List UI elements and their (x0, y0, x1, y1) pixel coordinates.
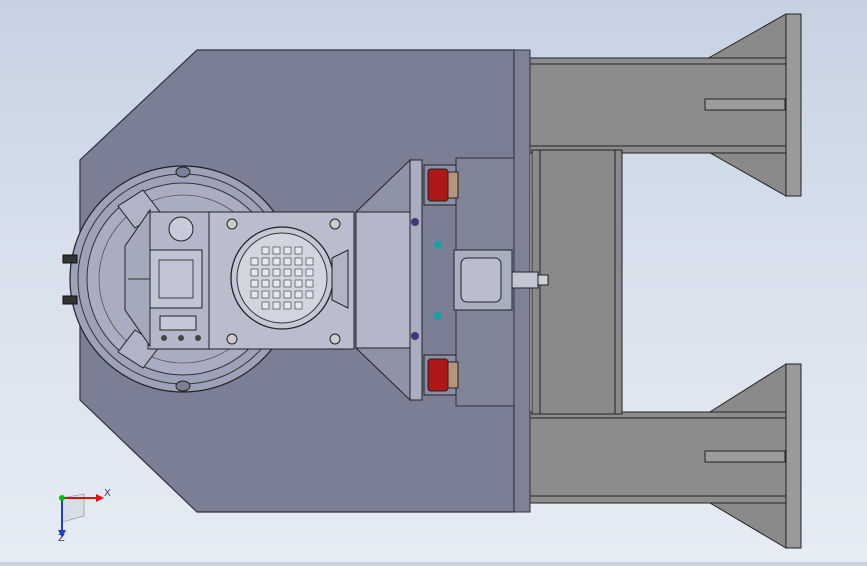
fan-vent-slot (294, 301, 303, 310)
fan-vent-slot (250, 290, 259, 299)
fan-vent-slot (261, 246, 270, 255)
fan-vent-slot (272, 268, 281, 277)
fan-vent-slot (272, 246, 281, 255)
axis-triad: X Z (40, 478, 120, 548)
fan-vent-slot (250, 268, 259, 277)
fan-vent-slot (261, 290, 270, 299)
fan-vent-slot (294, 246, 303, 255)
fan-vent-slot (261, 257, 270, 266)
fan-vent-slot (283, 301, 292, 310)
fan-vent-slot (261, 301, 270, 310)
fan-vent-slot (294, 279, 303, 288)
fan-vent-slot (305, 279, 314, 288)
fan-vent-slot (250, 257, 259, 266)
cad-viewport[interactable]: X Z (0, 0, 867, 562)
fan-vent-slot (294, 290, 303, 299)
brake-pad-bottom[interactable] (423, 354, 459, 396)
fan-vent-slot (283, 279, 292, 288)
fan-vent-slot (250, 279, 259, 288)
steel-frame[interactable] (529, 13, 802, 549)
fan-vent-slot (283, 290, 292, 299)
z-axis-label: Z (58, 533, 65, 544)
fan-vent-slot (283, 257, 292, 266)
fan-vent-slot (305, 257, 314, 266)
fan-vent-slot (305, 268, 314, 277)
fan-vent-slot (261, 268, 270, 277)
fan-vent-slot (272, 290, 281, 299)
fan-vent-slot (283, 268, 292, 277)
drive-motor[interactable] (208, 211, 355, 350)
fan-vent-slot (294, 257, 303, 266)
fan-vent-slot (305, 290, 314, 299)
fan-vent-slot (261, 279, 270, 288)
fan-vent-slot (294, 268, 303, 277)
fan-vent-slot (272, 301, 281, 310)
x-axis-label: X (104, 488, 111, 499)
brake-pad-top[interactable] (423, 164, 459, 206)
fan-vent-slot (272, 279, 281, 288)
fan-vent-slot (283, 246, 292, 255)
cad-model-drawing[interactable] (0, 0, 867, 562)
fan-vent-slot (272, 257, 281, 266)
